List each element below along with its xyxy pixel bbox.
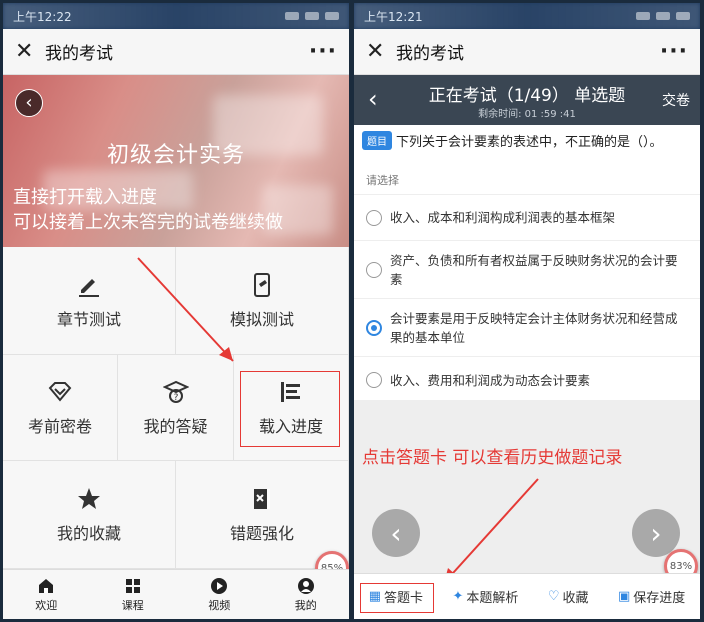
tab-welcome[interactable]: 欢迎 [3,570,90,619]
close-icon[interactable]: ✕ [366,39,390,64]
tab-video[interactable]: 视频 [176,570,263,619]
left-phone-screen: 上午12:22 ✕ 我的考试 ··· ‹ 初级会计实务 直接打开载入进度 可以接… [3,3,349,619]
more-icon[interactable]: ··· [660,39,688,64]
wechat-title-bar: ✕ 我的考试 ··· [3,29,349,75]
my-favorites-tile[interactable]: 我的收藏 [3,461,176,569]
answer-card-highlight [360,583,434,613]
save-progress-button[interactable]: ▣ 保存进度 [618,587,685,606]
favorite-button[interactable]: ♡ 收藏 [548,587,589,606]
play-icon [211,577,228,594]
radio-icon[interactable] [366,372,382,388]
save-icon: ▣ [617,589,631,604]
load-progress-highlight [240,371,340,447]
course-banner: ‹ 初级会计实务 直接打开载入进度 可以接着上次未答完的试卷继续做 [3,75,349,247]
bottom-tab-bar: 欢迎 课程 视频 我的 [3,569,349,619]
user-icon [297,577,314,594]
pencil-icon [79,278,99,297]
radio-icon[interactable] [366,261,382,278]
page-title: 我的考试 [396,44,464,64]
analysis-button[interactable]: ✦ 本题解析 [452,587,518,606]
radio-icon[interactable] [366,209,382,226]
page-title: 我的考试 [45,44,113,64]
right-phone-screen: 上午12:21 ✕ 我的考试 ··· ‹ 正在考试（1/49） 单选题 剩余时间… [354,3,700,619]
submit-button[interactable]: 交卷 [662,90,690,110]
course-title: 初级会计实务 [106,143,245,168]
status-bar: 上午12:22 [3,3,349,29]
wrong-book-icon [254,488,270,509]
home-icon [39,578,54,593]
annotation-text: 点击答题卡 可以查看历史做题记录 [362,448,623,468]
annotation-text: 直接打开载入进度 可以接着上次未答完的试卷继续做 [13,187,283,233]
tab-mine[interactable]: 我的 [263,570,350,619]
option-d[interactable]: 收入、费用和利润成为动态会计要素 [354,357,700,403]
status-time: 上午12:21 [364,9,423,24]
more-icon[interactable]: ··· [309,39,337,64]
question-panel: 题目 下列关于会计要素的表述中，不正确的是（）。 请选择 收入、成本和利润构成利… [354,125,700,400]
previous-question-button[interactable]: ‹ [372,509,420,557]
radio-selected-icon[interactable] [366,319,382,336]
back-icon[interactable]: ‹ [15,89,43,117]
option-a[interactable]: 收入、成本和利润构成利润表的基本框架 [354,195,700,241]
status-icons [636,12,690,20]
option-c[interactable]: 会计要素是用于反映特定会计主体财务状况和经营成果的基本单位 [354,299,700,357]
secret-paper-tile[interactable]: 考前密卷 [3,355,118,461]
wechat-title-bar: ✕ 我的考试 ··· [354,29,700,75]
bulb-icon: ✦ [452,589,464,604]
heart-icon: ♡ [547,589,560,604]
status-icons [285,12,339,20]
question-tag: 题目 [362,131,392,150]
status-bar: 上午12:21 [354,3,700,29]
annotation-arrow [137,257,234,362]
diamond-icon [48,381,72,402]
exam-header: ‹ 正在考试（1/49） 单选题 剩余时间: 01 :59 :41 交卷 [354,75,700,125]
option-b[interactable]: 资产、负债和所有者权益属于反映财务状况的会计要素 [354,241,700,299]
question-cap-icon: ? [162,380,189,403]
exam-title: 正在考试（1/49） 单选题 [428,86,626,106]
status-time: 上午12:22 [13,9,72,24]
tab-course[interactable]: 课程 [90,570,177,619]
star-icon [78,487,100,509]
exam-timer: 剩余时间: 01 :59 :41 [478,109,576,120]
grid-icon [125,578,140,593]
phone-pen-icon [254,272,270,297]
question-stem: 题目 下列关于会计要素的表述中，不正确的是（）。 [354,125,700,156]
please-choose-label: 请选择 [354,156,700,195]
svg-text:?: ? [173,393,178,403]
close-icon[interactable]: ✕ [15,39,39,64]
